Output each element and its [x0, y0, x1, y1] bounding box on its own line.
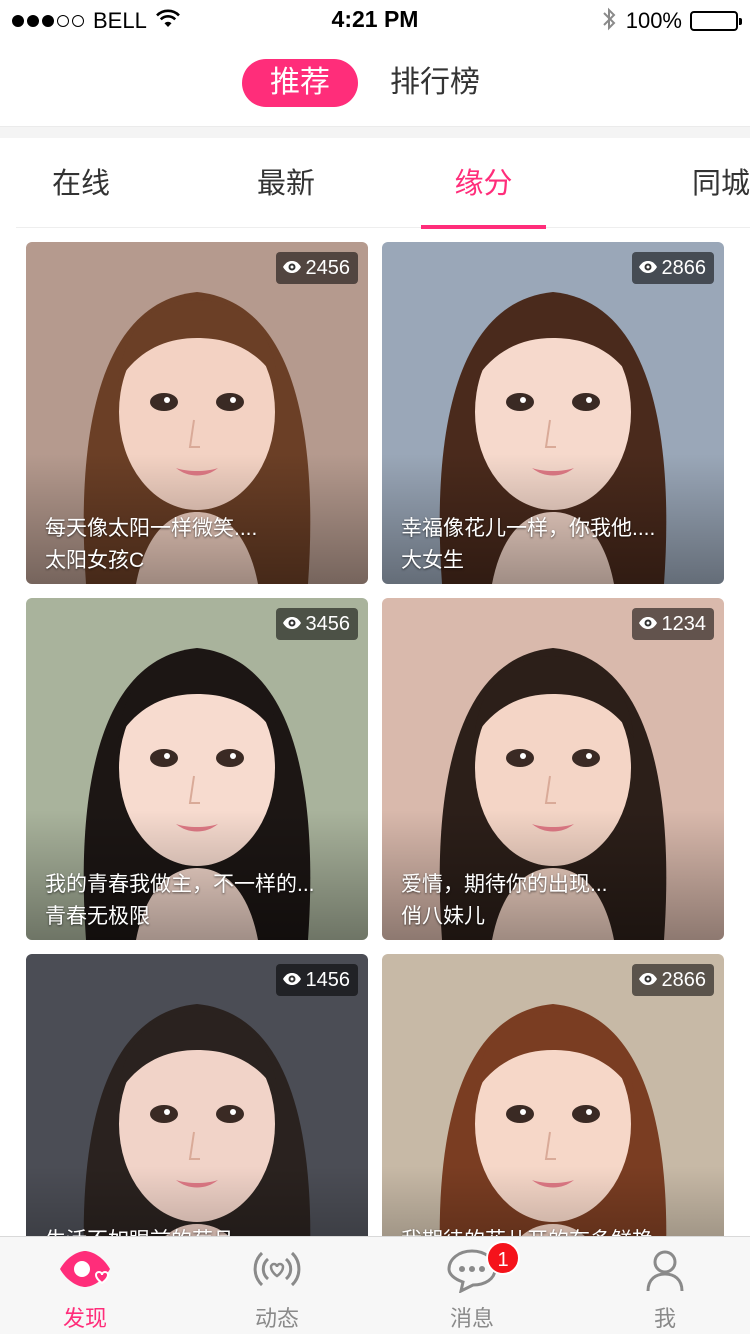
tabbar-moments[interactable]: 动态	[207, 1237, 347, 1334]
person-icon	[638, 1247, 692, 1298]
view-count: 2456	[305, 256, 351, 279]
eye-icon	[282, 613, 306, 636]
tab-newest-label: 最新	[256, 168, 315, 200]
section-divider	[0, 126, 750, 138]
status-bar: BELL 4:21 PM 100%	[0, 0, 750, 40]
profile-motto: 我期待的花儿开的有多鲜艳	[401, 1224, 712, 1236]
profile-card[interactable]: 2866 我期待的花儿开的有多鲜艳	[382, 954, 724, 1236]
profile-card[interactable]: 1234 爱情，期待你的出现... 俏八妹儿	[382, 598, 724, 940]
bottom-tab-bar: 发现 动态 1 消息 我	[0, 1236, 750, 1334]
status-right: 100%	[602, 6, 742, 36]
tabbar-me[interactable]: 我	[595, 1237, 735, 1334]
profile-motto: 幸福像花儿一样，你我他....	[401, 517, 656, 540]
segment-ranking[interactable]: 排行榜	[362, 59, 508, 107]
tab-online-label: 在线	[51, 168, 110, 200]
unread-badge: 1	[486, 1241, 520, 1275]
view-count-badge: 3456	[275, 608, 358, 640]
top-segment-control: 推荐 排行榜	[0, 40, 750, 126]
view-count-badge: 1456	[275, 964, 358, 996]
profile-name: 大女生	[401, 549, 464, 572]
view-count: 3456	[305, 612, 351, 635]
view-count: 1456	[305, 968, 351, 991]
segment-recommend[interactable]: 推荐	[242, 59, 358, 107]
tab-newest[interactable]: 最新	[221, 138, 351, 228]
tab-fate-label: 缘分	[454, 168, 513, 200]
profile-motto: 每天像太阳一样微笑....	[45, 517, 258, 540]
tabbar-messages[interactable]: 1 消息	[402, 1237, 542, 1334]
profile-card[interactable]: 3456 我的青春我做主，不一样的... 青春无极限	[26, 598, 368, 940]
view-count-badge: 2456	[275, 252, 358, 284]
category-tabs: 在线 最新 缘分 同城	[16, 138, 750, 229]
profile-card[interactable]: 2456 每天像太阳一样微笑.... 太阳女孩C	[26, 242, 368, 584]
profile-name: 俏八妹儿	[401, 905, 485, 928]
profile-card[interactable]: 1456 生活不如眼前的苟且	[26, 954, 368, 1236]
profile-name: 青春无极限	[45, 905, 150, 928]
view-count-badge: 2866	[631, 252, 714, 284]
tabbar-moments-label: 动态	[254, 1306, 299, 1331]
profile-grid: 2456 每天像太阳一样微笑.... 太阳女孩C 2866 幸福像花儿一样，你我他...…	[0, 228, 750, 1236]
tabbar-messages-label: 消息	[449, 1306, 494, 1331]
view-count: 2866	[661, 256, 707, 279]
eye-icon	[282, 969, 306, 992]
tab-fate[interactable]: 缘分	[421, 138, 546, 229]
tab-same-city[interactable]: 同城	[636, 138, 750, 228]
profile-motto: 生活不如眼前的苟且	[45, 1224, 356, 1236]
battery-percent: 100%	[625, 8, 682, 33]
profile-card[interactable]: 2866 幸福像花儿一样，你我他.... 大女生	[382, 242, 724, 584]
tabbar-discover[interactable]: 发现	[15, 1237, 155, 1334]
tabbar-me-label: 我	[653, 1306, 676, 1331]
tab-online[interactable]: 在线	[16, 138, 146, 228]
view-count-badge: 1234	[631, 608, 714, 640]
view-count-badge: 2866	[631, 964, 714, 996]
broadcast-heart-icon	[250, 1247, 304, 1298]
view-count: 2866	[661, 968, 707, 991]
tabbar-discover-label: 发现	[62, 1306, 107, 1331]
bluetooth-icon	[602, 7, 616, 36]
battery-icon	[690, 11, 742, 31]
profile-motto: 爱情，期待你的出现...	[401, 873, 608, 896]
eye-icon	[638, 257, 662, 280]
profile-motto: 我的青春我做主，不一样的...	[45, 873, 315, 896]
view-count: 1234	[661, 612, 707, 635]
eye-icon	[638, 613, 662, 636]
tab-same-city-label: 同城	[691, 168, 750, 200]
discover-eye-heart-icon	[58, 1247, 112, 1298]
eye-icon	[282, 257, 306, 280]
profile-name: 太阳女孩C	[45, 549, 145, 572]
eye-icon	[638, 969, 662, 992]
